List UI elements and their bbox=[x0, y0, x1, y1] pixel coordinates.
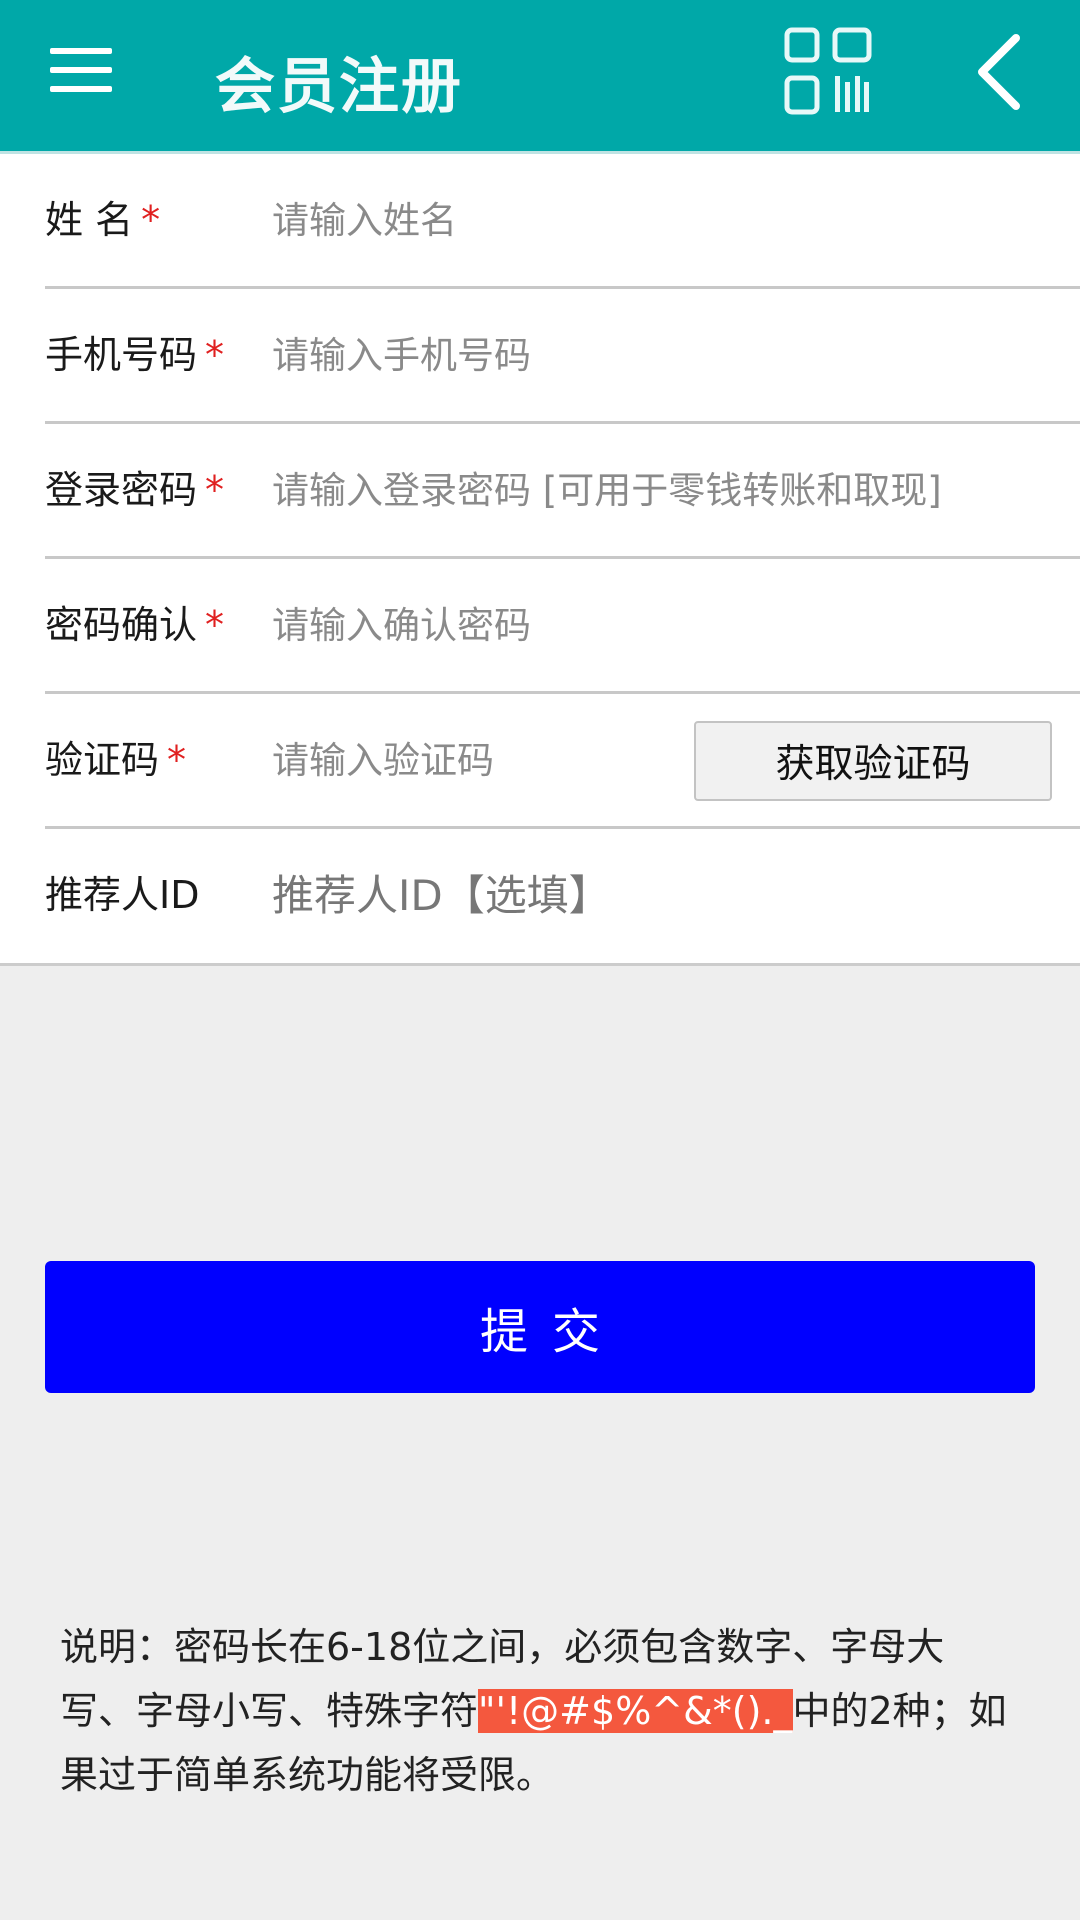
name-row: 姓 名 * bbox=[45, 154, 1080, 289]
hamburger-menu-icon[interactable] bbox=[50, 48, 112, 92]
required-marker: * bbox=[205, 603, 225, 647]
chevron-left-icon[interactable] bbox=[970, 32, 1030, 112]
password-row: 登录密码 * bbox=[45, 424, 1080, 559]
verification-code-label: 验证码 * bbox=[45, 738, 187, 782]
get-code-button[interactable]: 获取验证码 bbox=[694, 721, 1052, 801]
required-marker: * bbox=[167, 738, 187, 782]
qr-code-icon[interactable] bbox=[783, 26, 873, 116]
required-marker: * bbox=[205, 333, 225, 377]
referrer-label: 推荐人ID bbox=[45, 873, 200, 917]
password-input[interactable] bbox=[272, 454, 1062, 526]
required-marker: * bbox=[141, 198, 161, 242]
app-header: 会员注册 bbox=[0, 0, 1080, 154]
password-label: 登录密码 * bbox=[45, 468, 225, 512]
special-characters-highlight: "'!@#$%^&*()._ bbox=[478, 1689, 793, 1733]
name-label: 姓 名 * bbox=[45, 198, 161, 242]
verification-code-input[interactable] bbox=[272, 724, 672, 796]
page-title: 会员注册 bbox=[215, 52, 463, 122]
phone-input[interactable] bbox=[272, 319, 1062, 391]
submit-button[interactable]: 提交 bbox=[45, 1261, 1035, 1393]
name-input[interactable] bbox=[272, 184, 1062, 256]
phone-row: 手机号码 * bbox=[45, 289, 1080, 424]
confirm-password-row: 密码确认 * bbox=[45, 559, 1080, 694]
registration-form: 姓 名* 手机号码* 登录密码* 密码确认* 验证码* 获取验证码 推荐人ID bbox=[0, 154, 1080, 966]
referrer-row: 推荐人ID bbox=[45, 829, 1080, 964]
required-marker: * bbox=[205, 468, 225, 512]
referrer-input[interactable] bbox=[272, 859, 1062, 931]
confirm-password-label: 密码确认 * bbox=[45, 603, 225, 647]
confirm-password-input[interactable] bbox=[272, 589, 1062, 661]
verification-code-row: 验证码* 获取验证码 bbox=[45, 694, 1080, 829]
password-instructions: 说明：密码长在6-18位之间，必须包含数字、字母大写、字母小写、特殊字符"'!@… bbox=[60, 1615, 1020, 1807]
phone-label: 手机号码 * bbox=[45, 333, 225, 377]
